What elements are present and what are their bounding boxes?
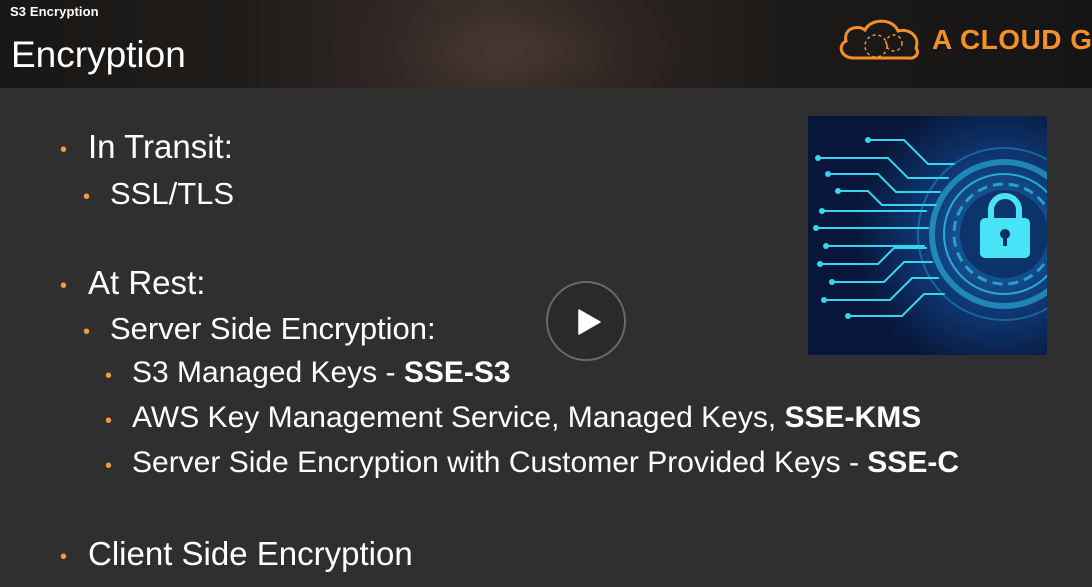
slide-header: S3 Encryption Encryption A CLOUD G — [0, 0, 1092, 88]
video-frame: S3 Encryption Encryption A CLOUD G • In … — [0, 0, 1092, 587]
list-item: • Server Side Encryption with Customer P… — [105, 446, 959, 479]
bullet-dot-icon: • — [105, 365, 113, 387]
list-item: • Client Side Encryption — [60, 535, 413, 572]
list-item: • AWS Key Management Service, Managed Ke… — [105, 401, 922, 434]
bullet-dot-icon: • — [83, 186, 91, 208]
list-item: • At Rest: — [60, 264, 206, 301]
list-item: • S3 Managed Keys - SSE-S3 — [105, 356, 511, 389]
bullet-dot-icon: • — [105, 455, 113, 477]
bullet-dot-icon: • — [60, 546, 68, 568]
bullet-dot-icon: • — [83, 321, 91, 343]
list-item: • In Transit: — [60, 128, 233, 165]
bullet-dot-icon: • — [60, 139, 68, 161]
video-title: S3 Encryption — [10, 4, 99, 19]
brand-logo-text: A CLOUD G — [932, 24, 1092, 55]
cloud-icon — [839, 19, 919, 60]
bullet-dot-icon: • — [105, 410, 113, 432]
play-button[interactable] — [546, 281, 626, 361]
presenter-shadow — [330, 0, 690, 88]
list-item: • Server Side Encryption: — [83, 311, 436, 346]
bullet-dot-icon: • — [60, 275, 68, 297]
play-icon — [578, 309, 601, 335]
padlock-circuit-icon — [808, 116, 1047, 355]
padlock-circuit-image — [808, 116, 1047, 355]
list-item: • SSL/TLS — [83, 176, 235, 211]
slide-title: Encryption — [11, 34, 186, 75]
brand-logo: A CLOUD G — [836, 14, 1092, 66]
